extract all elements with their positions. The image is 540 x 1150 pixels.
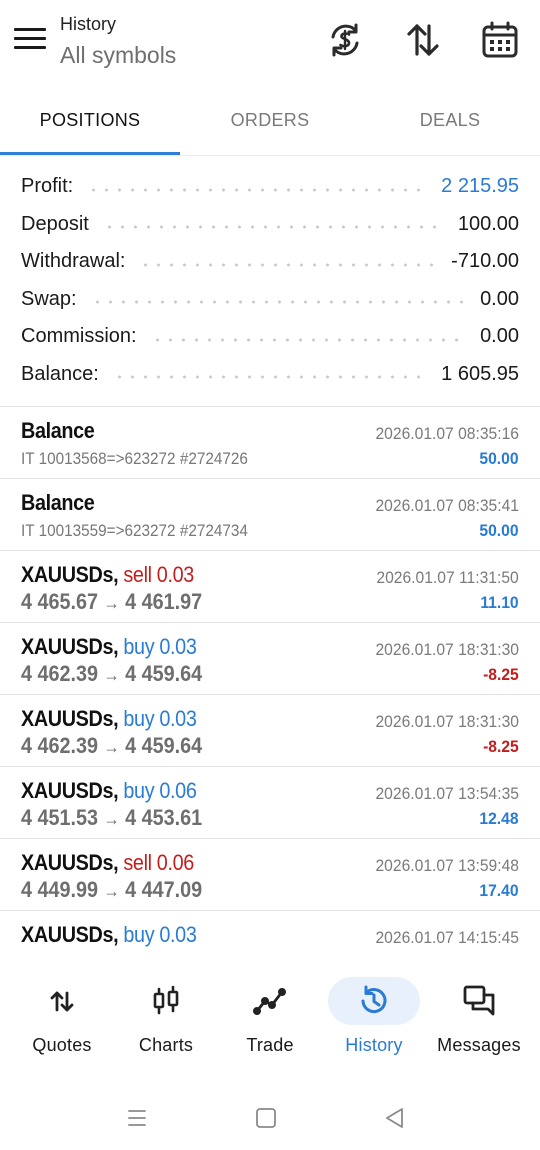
entry-profit: -8.25 bbox=[483, 737, 519, 756]
summary-row-deposit: Deposit 100.00 bbox=[0, 206, 540, 244]
entry-title: XAUUSDs, buy 0.03 bbox=[21, 922, 197, 947]
list-item-position[interactable]: XAUUSDs, sell 0.03 4 465.67 → 4 461.97 202… bbox=[0, 551, 540, 623]
home-icon[interactable] bbox=[251, 1103, 281, 1133]
currency-exchange-icon[interactable] bbox=[325, 20, 365, 60]
list-item-position[interactable]: XAUUSDs, buy 0.03 2026.01.07 14:15:45 bbox=[0, 911, 540, 955]
summary-row-withdrawal: Withdrawal: -710.00 bbox=[0, 243, 540, 281]
dotted-leader bbox=[150, 337, 467, 342]
entry-profit: 50.00 bbox=[479, 449, 519, 468]
entry-title: XAUUSDs, buy 0.03 bbox=[21, 634, 197, 659]
entry-time: 2026.01.07 18:31:30 bbox=[375, 640, 519, 659]
nav-trade[interactable]: Trade bbox=[216, 977, 324, 1067]
tab-orders[interactable]: ORDERS bbox=[180, 92, 360, 154]
list-item-balance[interactable]: Balance IT 10013568=>623272 #2724726 202… bbox=[0, 407, 540, 479]
app-header: History All symbols bbox=[0, 0, 540, 88]
messages-icon bbox=[433, 977, 525, 1025]
entry-profit: 50.00 bbox=[479, 521, 519, 540]
history-icon bbox=[328, 977, 420, 1025]
entry-prices: 4 451.53 → 4 453.61 bbox=[21, 805, 203, 830]
entry-prices: 4 449.99 → 4 447.09 bbox=[21, 877, 203, 902]
entry-profit: 11.10 bbox=[480, 593, 519, 612]
summary-value: -710.00 bbox=[451, 250, 519, 273]
nav-label: History bbox=[345, 1035, 403, 1055]
dotted-leader bbox=[112, 375, 428, 380]
entry-time: 2026.01.07 08:35:16 bbox=[375, 424, 519, 443]
list-item-position[interactable]: XAUUSDs, buy 0.03 4 462.39 → 4 459.64 2026… bbox=[0, 695, 540, 767]
bottom-navigation: Quotes Charts Trade History Messages bbox=[0, 955, 540, 1075]
summary-row-profit: Profit: 2 215.95 bbox=[0, 168, 540, 206]
tabs-divider bbox=[0, 155, 540, 156]
list-item-balance[interactable]: Balance IT 10013559=>623272 #2724734 202… bbox=[0, 479, 540, 551]
entry-time: 2026.01.07 08:35:41 bbox=[375, 496, 519, 515]
entry-profit: 17.40 bbox=[479, 881, 519, 900]
entry-prices: 4 462.39 → 4 459.64 bbox=[21, 733, 203, 758]
entry-time: 2026.01.07 13:54:35 bbox=[375, 784, 519, 803]
tab-positions[interactable]: POSITIONS bbox=[0, 92, 180, 154]
summary-row-swap: Swap: 0.00 bbox=[0, 281, 540, 319]
entry-title: XAUUSDs, buy 0.06 bbox=[21, 778, 197, 803]
entry-title: Balance bbox=[21, 490, 95, 515]
calendar-icon[interactable] bbox=[480, 20, 520, 60]
tab-deals[interactable]: DEALS bbox=[360, 92, 540, 154]
summary-label: Withdrawal: bbox=[21, 250, 126, 273]
summary-value: 0.00 bbox=[480, 287, 519, 310]
summary-value: 1 605.95 bbox=[441, 362, 519, 385]
entry-prices: 4 462.39 → 4 459.64 bbox=[21, 661, 203, 686]
nav-label: Charts bbox=[138, 1035, 194, 1055]
summary-label: Commission: bbox=[21, 325, 137, 348]
candlestick-chart-icon bbox=[120, 977, 212, 1025]
summary-value: 0.00 bbox=[480, 325, 519, 348]
summary-value: 2 215.95 bbox=[441, 175, 519, 198]
list-item-position[interactable]: XAUUSDs, sell 0.06 4 449.99 → 4 447.09 202… bbox=[0, 839, 540, 911]
summary-value: 100.00 bbox=[457, 212, 519, 235]
summary-label: Balance: bbox=[21, 362, 99, 385]
history-tabs: POSITIONS ORDERS DEALS bbox=[0, 92, 540, 156]
dotted-leader bbox=[90, 300, 467, 305]
symbol-filter[interactable]: All symbols bbox=[60, 42, 176, 69]
entry-profit: 12.48 bbox=[479, 809, 519, 828]
summary-panel: Profit: 2 215.95 Deposit 100.00 Withdraw… bbox=[0, 168, 540, 393]
entry-title: Balance bbox=[21, 418, 95, 443]
entry-time: 2026.01.07 18:31:30 bbox=[375, 712, 519, 731]
summary-label: Profit: bbox=[21, 175, 74, 198]
entry-title: XAUUSDs, buy 0.03 bbox=[21, 706, 197, 731]
summary-label: Swap: bbox=[21, 287, 77, 310]
entry-title: XAUUSDs, sell 0.06 bbox=[21, 850, 194, 875]
nav-label: Quotes bbox=[32, 1035, 92, 1055]
summary-row-commission: Commission: 0.00 bbox=[0, 318, 540, 356]
nav-messages[interactable]: Messages bbox=[425, 977, 533, 1067]
entry-time: 2026.01.07 11:31:50 bbox=[376, 568, 519, 587]
quotes-icon bbox=[16, 977, 108, 1025]
entry-profit: -8.25 bbox=[483, 665, 519, 684]
entry-title: XAUUSDs, sell 0.03 bbox=[21, 562, 194, 587]
list-item-position[interactable]: XAUUSDs, buy 0.06 4 451.53 → 4 453.61 2026… bbox=[0, 767, 540, 839]
recent-apps-icon[interactable] bbox=[122, 1103, 152, 1133]
entry-prices: 4 465.67 → 4 461.97 bbox=[21, 589, 203, 614]
menu-icon[interactable] bbox=[14, 28, 46, 54]
nav-label: Messages bbox=[437, 1035, 521, 1055]
dotted-leader bbox=[87, 187, 428, 192]
system-navigation-bar bbox=[0, 1085, 540, 1150]
entry-time: 2026.01.07 13:59:48 bbox=[375, 856, 519, 875]
dotted-leader bbox=[102, 225, 444, 230]
history-list[interactable]: Balance IT 10013568=>623272 #2724726 202… bbox=[0, 407, 540, 955]
entry-time: 2026.01.07 14:15:45 bbox=[375, 928, 519, 947]
trade-line-icon bbox=[224, 977, 316, 1025]
summary-row-balance: Balance: 1 605.95 bbox=[0, 356, 540, 394]
summary-label: Deposit bbox=[21, 212, 89, 235]
dotted-leader bbox=[139, 262, 438, 267]
nav-label: Trade bbox=[246, 1035, 294, 1055]
entry-comment: IT 10013559=>623272 #2724734 bbox=[21, 521, 248, 540]
back-icon[interactable] bbox=[380, 1103, 410, 1133]
list-item-position[interactable]: XAUUSDs, buy 0.03 4 462.39 → 4 459.64 2026… bbox=[0, 623, 540, 695]
sort-icon[interactable] bbox=[403, 20, 443, 60]
nav-charts[interactable]: Charts bbox=[112, 977, 220, 1067]
nav-quotes[interactable]: Quotes bbox=[8, 977, 116, 1067]
entry-comment: IT 10013568=>623272 #2724726 bbox=[21, 449, 248, 468]
page-title: History bbox=[60, 14, 117, 34]
nav-history[interactable]: History bbox=[320, 977, 428, 1067]
